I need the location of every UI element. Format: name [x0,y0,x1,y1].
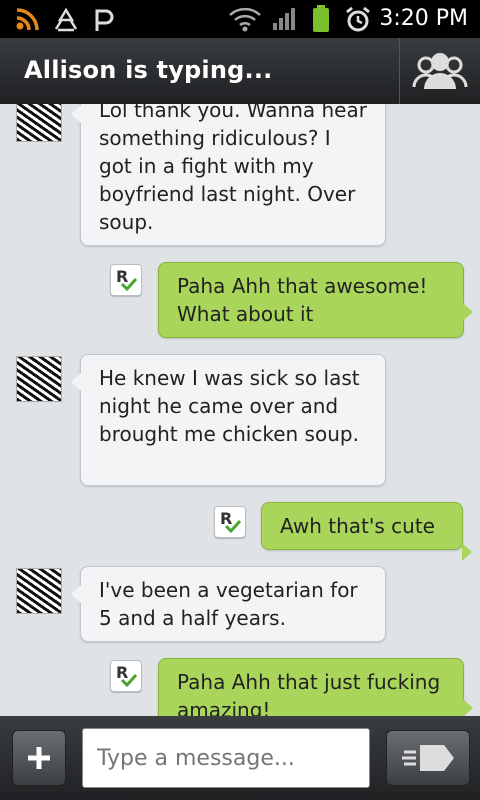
status-bar: 3:20 PM [0,0,480,38]
check-icon [225,519,241,533]
p-icon [95,9,114,31]
contact-avatar[interactable] [16,104,62,142]
send-icon [402,745,454,771]
contact-avatar[interactable] [16,568,62,614]
alarm-icon [346,6,370,32]
read-receipt: R [214,506,246,538]
contacts-button[interactable] [399,38,480,104]
message-text: Awh that's cute [280,514,435,538]
conversation-header: Allison is typing... [0,38,480,105]
message-list[interactable]: Lol thank you. Wanna hear something ridi… [0,104,480,716]
message-text: Paha Ahh that awesome! What about it [177,274,428,326]
check-icon [121,673,137,687]
read-receipt: R [110,264,142,296]
signal-icon [273,8,295,30]
contacts-icon [412,53,468,89]
battery-icon [313,5,329,32]
plus-icon [28,747,50,769]
recycle-icon [54,7,78,32]
outgoing-message[interactable]: Awh that's cute [261,502,472,561]
outgoing-message[interactable]: Paha Ahh that awesome! What about it [158,262,473,338]
incoming-message[interactable]: I've been a vegetarian for 5 and a half … [71,566,386,642]
message-text: I've been a vegetarian for 5 and a half … [99,578,358,630]
message-text: Paha Ahh that just fucking amazing! [177,670,441,716]
check-icon [121,277,137,291]
wifi-icon [229,7,261,32]
message-text: Lol thank you. Wanna hear something ridi… [99,104,367,234]
contact-avatar[interactable] [16,356,62,402]
message-text: He knew I was sick so last night he came… [99,366,360,446]
message-composer [0,716,480,800]
message-input[interactable] [82,728,370,788]
wifi-hotspot-icon [16,8,39,31]
read-receipt: R [110,660,142,692]
incoming-message[interactable]: Lol thank you. Wanna hear something ridi… [71,104,386,246]
status-time: 3:20 PM [379,6,468,31]
send-button[interactable] [386,730,470,786]
add-attachment-button[interactable] [12,730,66,786]
conversation-title: Allison is typing... [24,56,273,84]
outgoing-message[interactable]: Paha Ahh that just fucking amazing! [158,658,473,716]
incoming-message[interactable]: He knew I was sick so last night he came… [71,354,386,486]
